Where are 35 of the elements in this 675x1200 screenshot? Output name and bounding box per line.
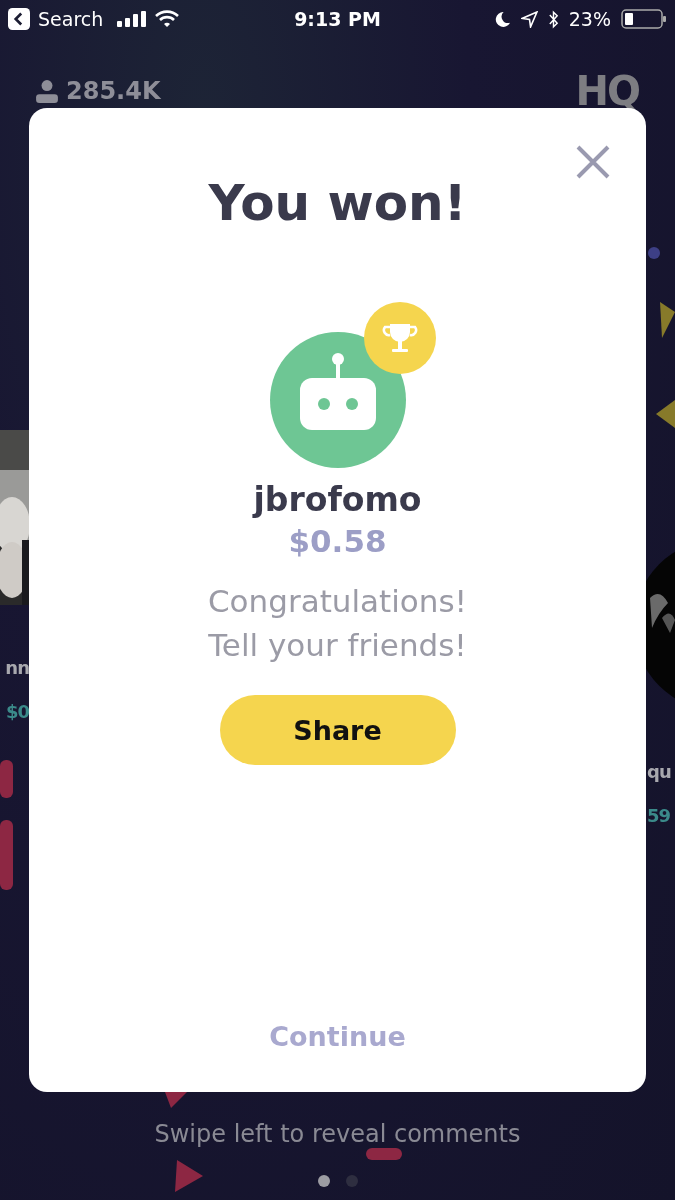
contestant-amount: 59 [647, 804, 671, 828]
wifi-icon [155, 10, 180, 28]
status-time: 9:13 PM [294, 8, 381, 30]
triangle-shape [656, 400, 675, 428]
trophy-badge-icon [363, 302, 436, 374]
prize-amount: $0.58 [288, 523, 387, 559]
battery-percent: 23% [568, 8, 611, 30]
moon-icon [493, 10, 511, 28]
page-dot[interactable] [345, 1175, 358, 1187]
swipe-hint: Swipe left to reveal comments [154, 1120, 521, 1148]
modal-title: You won! [208, 173, 467, 234]
triangle-shape [165, 1092, 187, 1110]
robot-avatar-icon [269, 332, 406, 468]
close-icon[interactable] [575, 144, 611, 180]
signal-icon [117, 11, 148, 27]
location-arrow-icon [520, 10, 538, 28]
triangle-shape [660, 300, 675, 340]
triangle-shape [175, 1160, 203, 1192]
hq-logo: HQ [575, 68, 639, 114]
contestant-name: nn [5, 656, 29, 680]
contestant-name: qu [647, 760, 671, 784]
share-button[interactable]: Share [219, 695, 456, 765]
page-dot[interactable] [317, 1175, 330, 1187]
username: jbrofomo [253, 480, 422, 519]
viewer-count: 285.4K [66, 77, 161, 105]
back-label[interactable]: Search [38, 8, 104, 30]
person-icon [36, 79, 58, 103]
dash-shape [366, 1148, 402, 1160]
battery-icon [621, 9, 667, 29]
contestant-amount: $0 [5, 700, 29, 724]
back-icon[interactable] [8, 8, 30, 30]
message-line: Congratulations! [207, 582, 468, 621]
dot-shape [647, 246, 661, 260]
bluetooth-icon [547, 9, 559, 29]
message-line: Tell your friends! [208, 626, 467, 665]
